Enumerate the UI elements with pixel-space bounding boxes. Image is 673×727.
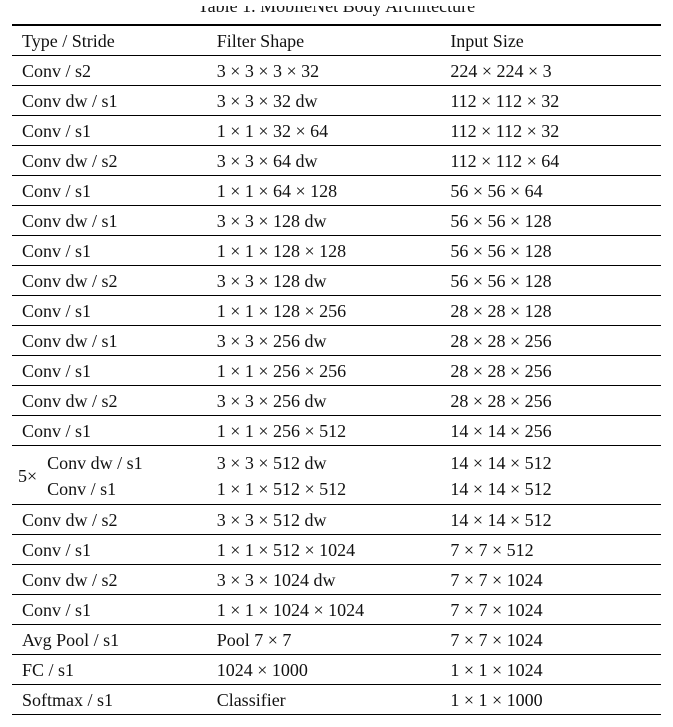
cell-type: Softmax / s1 bbox=[12, 685, 207, 715]
table-row: Conv dw / s2 3 × 3 × 512 dw 14 × 14 × 51… bbox=[12, 505, 661, 535]
cell-input: 28 × 28 × 256 bbox=[440, 326, 661, 356]
table-row: Conv / s1 1 × 1 × 256 × 512 14 × 14 × 25… bbox=[12, 416, 661, 446]
cell-filter-5x: 3 × 3 × 512 dw 1 × 1 × 512 × 512 bbox=[207, 446, 441, 505]
table-row: Conv dw / s2 3 × 3 × 1024 dw 7 × 7 × 102… bbox=[12, 565, 661, 595]
cell-type-5x: 5× Conv dw / s1 Conv / s1 bbox=[12, 446, 207, 505]
cell-input: 112 × 112 × 32 bbox=[440, 86, 661, 116]
cell-input: 14 × 14 × 512 bbox=[450, 450, 651, 476]
table-row: Conv / s2 3 × 3 × 3 × 32 224 × 224 × 3 bbox=[12, 56, 661, 86]
cell-type: FC / s1 bbox=[12, 655, 207, 685]
cell-filter: 3 × 3 × 128 dw bbox=[207, 206, 441, 236]
cell-input: 7 × 7 × 1024 bbox=[440, 625, 661, 655]
cell-type: Conv dw / s2 bbox=[12, 146, 207, 176]
cell-filter: 3 × 3 × 1024 dw bbox=[207, 565, 441, 595]
cell-type: Conv / s1 bbox=[12, 416, 207, 446]
cell-input: 1 × 1 × 1024 bbox=[440, 655, 661, 685]
cell-filter: 1 × 1 × 512 × 1024 bbox=[207, 535, 441, 565]
cell-type: Conv dw / s1 bbox=[12, 86, 207, 116]
cell-input: 112 × 112 × 32 bbox=[440, 116, 661, 146]
cell-input: 7 × 7 × 512 bbox=[440, 535, 661, 565]
cell-filter: 1 × 1 × 128 × 256 bbox=[207, 296, 441, 326]
multiplier-label: 5× bbox=[18, 466, 41, 487]
cell-filter: Classifier bbox=[207, 685, 441, 715]
cell-filter: 1 × 1 × 512 × 512 bbox=[217, 476, 431, 502]
table-row: Conv dw / s1 3 × 3 × 32 dw 112 × 112 × 3… bbox=[12, 86, 661, 116]
col-header-filter: Filter Shape bbox=[207, 25, 441, 56]
table-header-row: Type / Stride Filter Shape Input Size bbox=[12, 25, 661, 56]
cell-type: Conv / s1 bbox=[12, 176, 207, 206]
table-row: Conv / s1 1 × 1 × 256 × 256 28 × 28 × 25… bbox=[12, 356, 661, 386]
cell-input: 56 × 56 × 128 bbox=[440, 206, 661, 236]
cell-filter: 1 × 1 × 256 × 512 bbox=[207, 416, 441, 446]
cell-input: 28 × 28 × 128 bbox=[440, 296, 661, 326]
cell-input: 7 × 7 × 1024 bbox=[440, 565, 661, 595]
table-row: Softmax / s1 Classifier 1 × 1 × 1000 bbox=[12, 685, 661, 715]
cell-filter: Pool 7 × 7 bbox=[207, 625, 441, 655]
cell-filter: 3 × 3 × 128 dw bbox=[207, 266, 441, 296]
cell-input: 56 × 56 × 128 bbox=[440, 236, 661, 266]
cell-filter: 3 × 3 × 256 dw bbox=[207, 326, 441, 356]
table-row: Conv / s1 1 × 1 × 128 × 256 28 × 28 × 12… bbox=[12, 296, 661, 326]
cell-filter: 3 × 3 × 512 dw bbox=[217, 450, 431, 476]
cell-type: Conv dw / s2 bbox=[12, 266, 207, 296]
cell-filter: 3 × 3 × 3 × 32 bbox=[207, 56, 441, 86]
cell-input: 56 × 56 × 64 bbox=[440, 176, 661, 206]
cell-input: 56 × 56 × 128 bbox=[440, 266, 661, 296]
cell-type: Conv dw / s1 bbox=[12, 326, 207, 356]
table-row: Conv dw / s2 3 × 3 × 64 dw 112 × 112 × 6… bbox=[12, 146, 661, 176]
cell-input: 1 × 1 × 1000 bbox=[440, 685, 661, 715]
cell-input: 14 × 14 × 256 bbox=[440, 416, 661, 446]
table-row: Conv / s1 1 × 1 × 128 × 128 56 × 56 × 12… bbox=[12, 236, 661, 266]
table-row: FC / s1 1024 × 1000 1 × 1 × 1024 bbox=[12, 655, 661, 685]
table-row: Conv / s1 1 × 1 × 32 × 64 112 × 112 × 32 bbox=[12, 116, 661, 146]
table-row: Conv dw / s2 3 × 3 × 256 dw 28 × 28 × 25… bbox=[12, 386, 661, 416]
table-row: Conv / s1 1 × 1 × 512 × 1024 7 × 7 × 512 bbox=[12, 535, 661, 565]
table-row: Conv / s1 1 × 1 × 64 × 128 56 × 56 × 64 bbox=[12, 176, 661, 206]
col-header-input: Input Size bbox=[440, 25, 661, 56]
cell-type: Conv dw / s1 bbox=[47, 450, 143, 476]
cell-input: 224 × 224 × 3 bbox=[440, 56, 661, 86]
cell-filter: 3 × 3 × 64 dw bbox=[207, 146, 441, 176]
cell-type: Conv / s2 bbox=[12, 56, 207, 86]
cell-type: Conv dw / s2 bbox=[12, 505, 207, 535]
cell-type: Conv / s1 bbox=[12, 535, 207, 565]
cell-type: Conv dw / s2 bbox=[12, 386, 207, 416]
table-caption: Table 1. MobileNet Body Architecture bbox=[12, 6, 661, 20]
cell-type: Conv / s1 bbox=[12, 296, 207, 326]
cell-type: Conv / s1 bbox=[12, 595, 207, 625]
col-header-type: Type / Stride bbox=[12, 25, 207, 56]
architecture-table: Type / Stride Filter Shape Input Size Co… bbox=[12, 24, 661, 715]
cell-filter: 1 × 1 × 1024 × 1024 bbox=[207, 595, 441, 625]
table-row: Conv / s1 1 × 1 × 1024 × 1024 7 × 7 × 10… bbox=[12, 595, 661, 625]
cell-type: Avg Pool / s1 bbox=[12, 625, 207, 655]
table-row: Conv dw / s1 3 × 3 × 256 dw 28 × 28 × 25… bbox=[12, 326, 661, 356]
cell-type: Conv / s1 bbox=[47, 476, 143, 502]
cell-input: 7 × 7 × 1024 bbox=[440, 595, 661, 625]
cell-filter: 1 × 1 × 256 × 256 bbox=[207, 356, 441, 386]
cell-filter: 1 × 1 × 32 × 64 bbox=[207, 116, 441, 146]
cell-filter: 1024 × 1000 bbox=[207, 655, 441, 685]
cell-input: 112 × 112 × 64 bbox=[440, 146, 661, 176]
cell-type: Conv / s1 bbox=[12, 236, 207, 266]
table-row-5x: 5× Conv dw / s1 Conv / s1 3 × 3 × 512 dw… bbox=[12, 446, 661, 505]
table-row: Conv dw / s2 3 × 3 × 128 dw 56 × 56 × 12… bbox=[12, 266, 661, 296]
cell-filter: 3 × 3 × 256 dw bbox=[207, 386, 441, 416]
cell-filter: 3 × 3 × 512 dw bbox=[207, 505, 441, 535]
cell-input: 28 × 28 × 256 bbox=[440, 356, 661, 386]
cell-filter: 1 × 1 × 128 × 128 bbox=[207, 236, 441, 266]
cell-filter: 3 × 3 × 32 dw bbox=[207, 86, 441, 116]
cell-type: Conv dw / s1 bbox=[12, 206, 207, 236]
cell-type: Conv / s1 bbox=[12, 116, 207, 146]
table-row: Avg Pool / s1 Pool 7 × 7 7 × 7 × 1024 bbox=[12, 625, 661, 655]
cell-filter: 1 × 1 × 64 × 128 bbox=[207, 176, 441, 206]
cell-input-5x: 14 × 14 × 512 14 × 14 × 512 bbox=[440, 446, 661, 505]
cell-type: Conv / s1 bbox=[12, 356, 207, 386]
table-caption-text: Table 1. MobileNet Body Architecture bbox=[198, 6, 475, 16]
cell-input: 14 × 14 × 512 bbox=[450, 476, 651, 502]
cell-input: 28 × 28 × 256 bbox=[440, 386, 661, 416]
cell-type: Conv dw / s2 bbox=[12, 565, 207, 595]
table-row: Conv dw / s1 3 × 3 × 128 dw 56 × 56 × 12… bbox=[12, 206, 661, 236]
cell-input: 14 × 14 × 512 bbox=[440, 505, 661, 535]
